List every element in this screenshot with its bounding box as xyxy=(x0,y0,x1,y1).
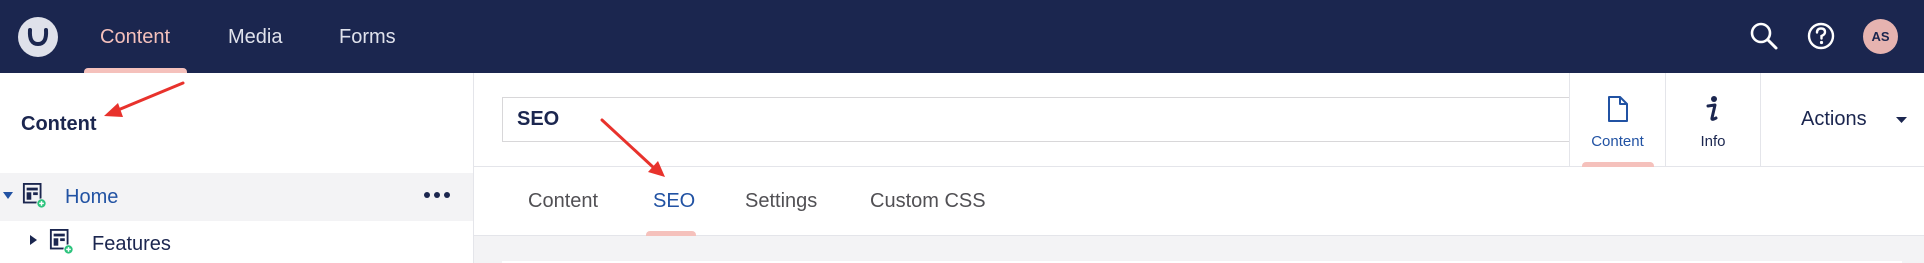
tab-seo[interactable]: SEO xyxy=(653,167,695,236)
tree-item-home[interactable]: Home xyxy=(0,173,473,221)
tree-item-features[interactable]: Features xyxy=(0,221,473,263)
sidebar-title: Content xyxy=(21,113,97,135)
tab-custom-css[interactable]: Custom CSS xyxy=(870,167,986,236)
chevron-down-icon xyxy=(1896,117,1907,123)
logo-icon xyxy=(27,28,49,47)
actions-label: Actions xyxy=(1801,108,1867,130)
tree-item-label: Home xyxy=(65,186,119,208)
actions-dropdown[interactable]: Actions xyxy=(1760,73,1924,167)
tab-content[interactable]: Content xyxy=(528,167,598,236)
content-editor: Content Info Actions Content SEO Setting… xyxy=(474,73,1924,263)
caret-right-icon[interactable] xyxy=(30,235,38,245)
app-content-button[interactable]: Content xyxy=(1569,73,1665,167)
tree-item-label: Features xyxy=(92,233,171,255)
user-avatar[interactable]: AS xyxy=(1863,19,1898,54)
document-type-icon xyxy=(49,229,74,255)
app-info-label: Info xyxy=(1700,133,1726,150)
editor-header: Content Info Actions xyxy=(474,73,1924,167)
caret-down-icon[interactable] xyxy=(3,192,13,200)
document-icon xyxy=(1607,96,1628,122)
content-tabs: Content SEO Settings Custom CSS xyxy=(474,167,1924,236)
nav-media[interactable]: Media xyxy=(228,0,282,73)
more-options-icon[interactable] xyxy=(423,185,451,205)
umbraco-logo[interactable] xyxy=(18,17,58,57)
app-info-button[interactable]: Info xyxy=(1665,73,1760,167)
search-icon[interactable] xyxy=(1747,19,1781,53)
app-content-label: Content xyxy=(1591,133,1644,150)
top-bar: Content Media Forms AS xyxy=(0,0,1924,73)
nav-content[interactable]: Content xyxy=(100,0,170,73)
document-type-icon xyxy=(22,183,47,209)
tab-settings[interactable]: Settings xyxy=(745,167,817,236)
editor-body xyxy=(474,236,1924,263)
nav-forms[interactable]: Forms xyxy=(339,0,396,73)
info-icon xyxy=(1706,96,1718,121)
content-tree-sidebar: Content Home Features xyxy=(0,73,474,263)
node-name-input[interactable] xyxy=(502,97,1570,142)
help-icon[interactable] xyxy=(1804,19,1838,53)
